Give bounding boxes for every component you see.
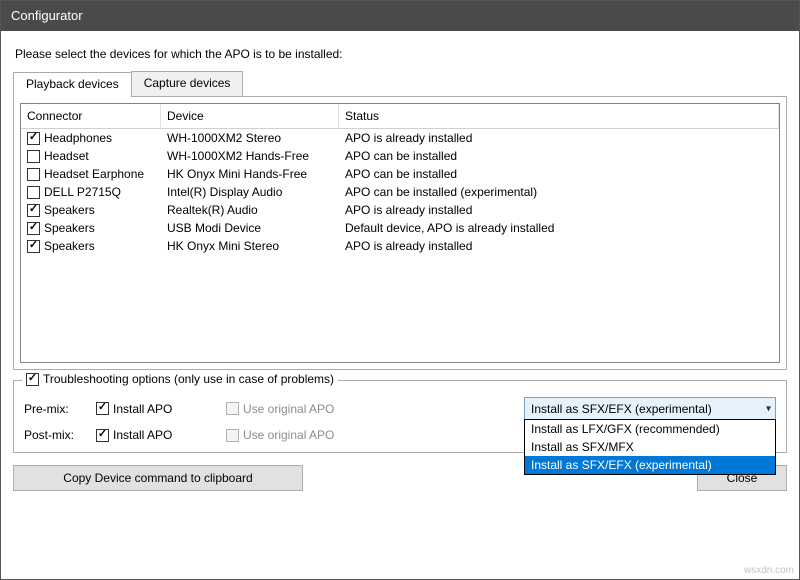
tab-row: Playback devices Capture devices bbox=[13, 71, 787, 96]
device-checkbox[interactable] bbox=[27, 204, 40, 217]
col-header-status[interactable]: Status bbox=[339, 104, 779, 128]
device-name: Intel(R) Display Audio bbox=[161, 183, 339, 201]
troubleshoot-checkbox[interactable] bbox=[26, 373, 39, 386]
device-connector: Headphones bbox=[44, 131, 112, 145]
premix-original-checkbox bbox=[226, 402, 239, 415]
device-row[interactable]: Speakers Realtek(R) AudioAPO is already i… bbox=[21, 201, 779, 219]
device-status: APO is already installed bbox=[339, 201, 779, 219]
copy-command-button[interactable]: Copy Device command to clipboard bbox=[13, 465, 303, 491]
watermark-text: wsxdn.com bbox=[744, 565, 794, 576]
device-status: APO can be installed bbox=[339, 147, 779, 165]
device-row[interactable]: Headphones WH-1000XM2 StereoAPO is alread… bbox=[21, 129, 779, 147]
premix-mode-combo[interactable]: Install as SFX/EFX (experimental) ▾ bbox=[524, 397, 776, 420]
postmix-install-checkbox[interactable] bbox=[96, 429, 109, 442]
device-checkbox[interactable] bbox=[27, 186, 40, 199]
troubleshoot-group: Troubleshooting options (only use in cas… bbox=[13, 380, 787, 453]
device-connector: DELL P2715Q bbox=[44, 185, 121, 199]
device-row[interactable]: Headset WH-1000XM2 Hands-FreeAPO can be i… bbox=[21, 147, 779, 165]
premix-use-original: Use original APO bbox=[226, 402, 426, 416]
premix-install-apo[interactable]: Install APO bbox=[96, 402, 226, 416]
device-table[interactable]: Connector Device Status Headphones WH-100… bbox=[20, 103, 780, 363]
device-connector: Speakers bbox=[44, 221, 95, 235]
tab-panel-playback: Connector Device Status Headphones WH-100… bbox=[13, 96, 787, 370]
device-name: Realtek(R) Audio bbox=[161, 201, 339, 219]
postmix-label: Post-mix: bbox=[24, 428, 96, 442]
device-name: WH-1000XM2 Hands-Free bbox=[161, 147, 339, 165]
troubleshoot-legend[interactable]: Troubleshooting options (only use in cas… bbox=[22, 372, 338, 386]
device-row[interactable]: Speakers HK Onyx Mini StereoAPO is alread… bbox=[21, 237, 779, 255]
device-name: WH-1000XM2 Stereo bbox=[161, 129, 339, 147]
device-connector: Headset bbox=[44, 149, 89, 163]
dropdown-opt-sfx-mfx[interactable]: Install as SFX/MFX bbox=[525, 438, 775, 456]
premix-mode-dropdown[interactable]: Install as LFX/GFX (recommended) Install… bbox=[524, 419, 776, 475]
device-checkbox[interactable] bbox=[27, 240, 40, 253]
postmix-use-original: Use original APO bbox=[226, 428, 426, 442]
device-name: HK Onyx Mini Stereo bbox=[161, 237, 339, 255]
window-titlebar: Configurator bbox=[1, 1, 799, 31]
device-table-header: Connector Device Status bbox=[21, 104, 779, 129]
tab-capture[interactable]: Capture devices bbox=[131, 71, 244, 96]
device-row[interactable]: DELL P2715Q Intel(R) Display AudioAPO can… bbox=[21, 183, 779, 201]
device-name: HK Onyx Mini Hands-Free bbox=[161, 165, 339, 183]
device-checkbox[interactable] bbox=[27, 132, 40, 145]
device-status: APO can be installed (experimental) bbox=[339, 183, 779, 201]
device-checkbox[interactable] bbox=[27, 168, 40, 181]
device-connector: Speakers bbox=[44, 203, 95, 217]
dropdown-opt-sfx-efx[interactable]: Install as SFX/EFX (experimental) bbox=[525, 456, 775, 474]
troubleshoot-legend-text: Troubleshooting options (only use in cas… bbox=[43, 372, 334, 386]
device-connector: Headset Earphone bbox=[44, 167, 144, 181]
device-status: Default device, APO is already installed bbox=[339, 219, 779, 237]
device-name: USB Modi Device bbox=[161, 219, 339, 237]
window-title: Configurator bbox=[11, 8, 83, 23]
device-checkbox[interactable] bbox=[27, 222, 40, 235]
col-header-device[interactable]: Device bbox=[161, 104, 339, 128]
postmix-original-checkbox bbox=[226, 429, 239, 442]
device-row[interactable]: Headset Earphone HK Onyx Mini Hands-FreeA… bbox=[21, 165, 779, 183]
instruction-text: Please select the devices for which the … bbox=[15, 47, 787, 61]
postmix-install-apo[interactable]: Install APO bbox=[96, 428, 226, 442]
device-status: APO can be installed bbox=[339, 165, 779, 183]
dropdown-opt-lfx-gfx[interactable]: Install as LFX/GFX (recommended) bbox=[525, 420, 775, 438]
device-row[interactable]: Speakers USB Modi DeviceDefault device, A… bbox=[21, 219, 779, 237]
premix-label: Pre-mix: bbox=[24, 402, 96, 416]
premix-combo-value: Install as SFX/EFX (experimental) bbox=[531, 402, 712, 416]
device-connector: Speakers bbox=[44, 239, 95, 253]
device-checkbox[interactable] bbox=[27, 150, 40, 163]
col-header-connector[interactable]: Connector bbox=[21, 104, 161, 128]
device-status: APO is already installed bbox=[339, 237, 779, 255]
premix-install-checkbox[interactable] bbox=[96, 402, 109, 415]
device-status: APO is already installed bbox=[339, 129, 779, 147]
tab-playback[interactable]: Playback devices bbox=[13, 72, 132, 97]
chevron-down-icon: ▾ bbox=[766, 403, 771, 414]
